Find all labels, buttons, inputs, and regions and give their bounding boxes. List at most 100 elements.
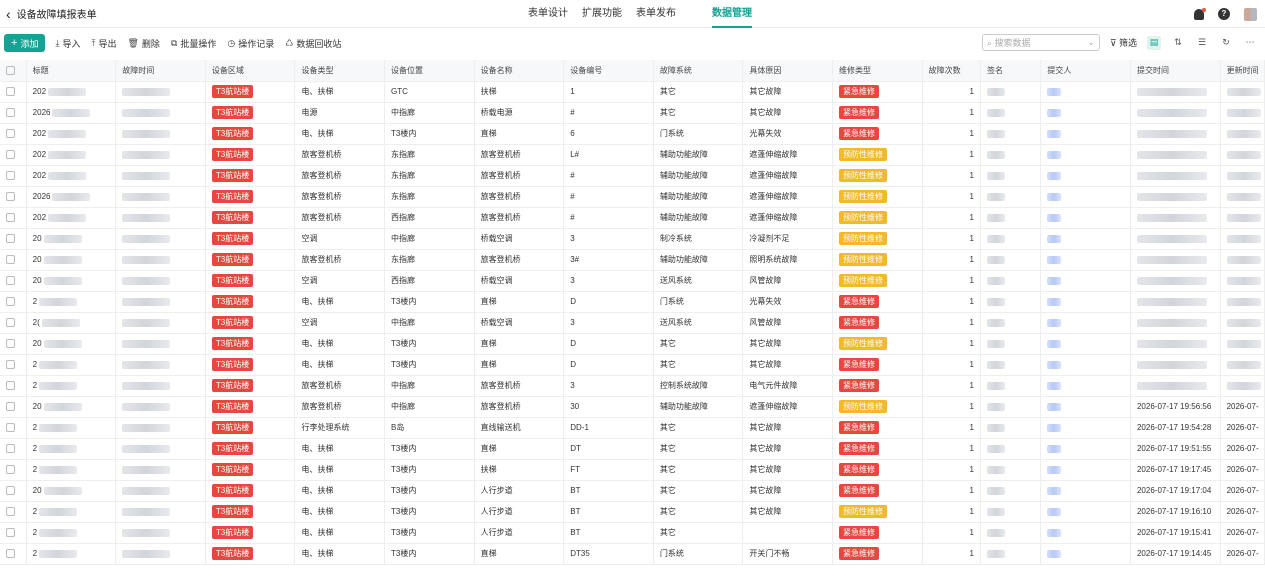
table-row[interactable]: 2026 T3航站楼 旅客登机桥 东指廊 旅客登机桥 # 辅助功能故障 遮蓬伸缩故障 预防性维修… xyxy=(0,186,1265,208)
refresh-icon[interactable]: ↻ xyxy=(1219,36,1233,50)
row-select[interactable] xyxy=(0,165,27,187)
checkbox[interactable] xyxy=(6,129,15,139)
table-row[interactable]: 2 T3航站楼 电、扶梯 T3楼内 扶梯 FT 其它 其它故障 紧急维修 1 2026-07-17 … xyxy=(0,459,1265,481)
row-select[interactable] xyxy=(0,459,27,481)
row-select[interactable] xyxy=(0,81,27,103)
table-row[interactable]: 20 T3航站楼 空调 西指廊 桥载空调 3 送风系统 风管故障 预防性维修 1 xyxy=(0,270,1265,292)
checkbox[interactable] xyxy=(6,381,15,391)
row-height-icon[interactable]: ▤ xyxy=(1147,35,1161,50)
column-header[interactable]: 维修类型 xyxy=(832,60,923,82)
tab-publish[interactable]: 表单发布 xyxy=(636,0,676,28)
row-select[interactable] xyxy=(0,396,27,418)
checkbox[interactable] xyxy=(6,213,15,223)
table-row[interactable]: 2 T3航站楼 电、扶梯 T3楼内 直梯 DT35 门系统 开关门不畅 紧急维修 1 2026-07… xyxy=(0,543,1265,565)
search-input[interactable]: ⌕ 搜索数据 ⌄ xyxy=(981,34,1100,51)
table-row[interactable]: 202 T3航站楼 电、扶梯 T3楼内 直梯 6 门系统 光幕失效 紧急维修 1 xyxy=(0,123,1265,145)
row-select[interactable] xyxy=(0,333,27,355)
table-row[interactable]: 2 T3航站楼 旅客登机桥 中指廊 旅客登机桥 3 控制系统故障 电气元件故障 紧急维修 1 xyxy=(0,375,1265,397)
row-select[interactable] xyxy=(0,354,27,376)
checkbox[interactable] xyxy=(6,108,15,118)
batch-button[interactable]: ⧉ 批量操作 xyxy=(171,37,216,50)
table-row[interactable]: 2 T3航站楼 电、扶梯 T3楼内 直梯 DT 其它 其它故障 紧急维修 1 2026-07-17 … xyxy=(0,438,1265,460)
row-select[interactable] xyxy=(0,501,27,523)
bell-icon[interactable] xyxy=(1194,7,1206,20)
log-button[interactable]: ◷ 操作记录 xyxy=(227,37,274,50)
checkbox[interactable] xyxy=(6,465,15,475)
checkbox[interactable] xyxy=(6,444,15,454)
checkbox[interactable] xyxy=(6,192,15,202)
column-header[interactable]: 设备名称 xyxy=(474,60,565,82)
column-header[interactable]: 设备编号 xyxy=(563,60,654,82)
table-row[interactable]: 2(T3航站楼 空调 中指廊 桥载空调 3 送风系统 风管故障 紧急维修 1 xyxy=(0,312,1265,334)
row-select[interactable] xyxy=(0,417,27,439)
import-button[interactable]: ⤓ 导入 xyxy=(55,37,80,50)
table-row[interactable]: 2 T3航站楼 行李处理系统 B岛 直线输送机 DD-1 其它 其它故障 紧急维修 1 2026-0… xyxy=(0,417,1265,439)
row-select[interactable] xyxy=(0,207,27,229)
row-select[interactable] xyxy=(0,102,27,124)
column-header[interactable]: 更新时间 xyxy=(1220,60,1265,82)
table-row[interactable]: 2 T3航站楼 电、扶梯 T3楼内 直梯 D 门系统 光幕失效 紧急维修 1 xyxy=(0,291,1265,313)
filter-button[interactable]: ⊽ 筛选 xyxy=(1110,36,1137,49)
columns-icon[interactable]: ☰ xyxy=(1195,36,1209,50)
row-select[interactable] xyxy=(0,543,27,565)
table-row[interactable]: 2026 T3航站楼 电源 中指廊 桥载电源 # 其它 其它故障 紧急维修 1 xyxy=(0,102,1265,124)
export-button[interactable]: ⤒ 导出 xyxy=(91,37,116,50)
column-header[interactable]: 设备位置 xyxy=(384,60,475,82)
table-row[interactable]: 20 T3航站楼 旅客登机桥 东指廊 旅客登机桥 3# 辅助功能故障 照明系统故障 预防性维修 1 xyxy=(0,249,1265,271)
row-select[interactable] xyxy=(0,375,27,397)
column-header[interactable]: 故障系统 xyxy=(653,60,744,82)
table-row[interactable]: 202 T3航站楼 旅客登机桥 东指廊 旅客登机桥 L# 辅助功能故障 遮蓬伸缩故障 预防性维修… xyxy=(0,144,1265,166)
checkbox[interactable] xyxy=(6,65,15,75)
row-select[interactable] xyxy=(0,228,27,250)
checkbox[interactable] xyxy=(6,507,15,517)
table-row[interactable]: 20 T3航站楼 空调 中指廊 桥载空调 3 制冷系统 冷凝剂不足 预防性维修 1 xyxy=(0,228,1265,250)
select-all[interactable] xyxy=(0,60,27,82)
tab-form-design[interactable]: 表单设计 xyxy=(528,0,568,28)
tab-extensions[interactable]: 扩展功能 xyxy=(582,0,622,28)
row-select[interactable] xyxy=(0,312,27,334)
column-header[interactable]: 设备区域 xyxy=(205,60,296,82)
column-header[interactable]: 具体原因 xyxy=(742,60,834,82)
table-row[interactable]: 20 T3航站楼 电、扶梯 T3楼内 人行步道 BT 其它 其它故障 紧急维修 1 2026-07-… xyxy=(0,480,1265,502)
row-select[interactable] xyxy=(0,438,27,460)
checkbox[interactable] xyxy=(6,402,15,412)
table-row[interactable]: 2 T3航站楼 电、扶梯 T3楼内 人行步道 BT 其它 紧急维修 1 2026-07-17 19… xyxy=(0,522,1265,544)
column-header[interactable]: 标题 xyxy=(26,60,117,82)
column-header[interactable]: 故障次数 xyxy=(922,60,982,82)
back-button[interactable]: ‹ 设备故障填报表单 xyxy=(0,6,97,22)
table-row[interactable]: 2 T3航站楼 电、扶梯 T3楼内 人行步道 BT 其它 其它故障 预防性维修 1 2026-07-… xyxy=(0,501,1265,523)
row-select[interactable] xyxy=(0,270,27,292)
checkbox[interactable] xyxy=(6,276,15,286)
checkbox[interactable] xyxy=(6,297,15,307)
checkbox[interactable] xyxy=(6,528,15,538)
row-select[interactable] xyxy=(0,480,27,502)
checkbox[interactable] xyxy=(6,318,15,328)
help-icon[interactable]: ? xyxy=(1218,8,1230,20)
delete-button[interactable]: 🗑 删除 xyxy=(127,37,159,50)
checkbox[interactable] xyxy=(6,171,15,181)
checkbox[interactable] xyxy=(6,87,15,97)
sort-icon[interactable]: ⇅ xyxy=(1171,36,1185,50)
column-header[interactable]: 签名 xyxy=(980,60,1042,82)
tab-data-management[interactable]: 数据管理 xyxy=(712,0,752,28)
checkbox[interactable] xyxy=(6,150,15,160)
row-select[interactable] xyxy=(0,144,27,166)
row-select[interactable] xyxy=(0,186,27,208)
checkbox[interactable] xyxy=(6,234,15,244)
avatar[interactable] xyxy=(1244,7,1257,21)
checkbox[interactable] xyxy=(6,486,15,496)
add-button[interactable]: + 添加 xyxy=(4,34,46,52)
row-select[interactable] xyxy=(0,291,27,313)
checkbox[interactable] xyxy=(6,255,15,265)
checkbox[interactable] xyxy=(6,549,15,559)
table-row[interactable]: 20 T3航站楼 电、扶梯 T3楼内 直梯 D 其它 其它故障 预防性维修 1 xyxy=(0,333,1265,355)
column-header[interactable]: 提交人 xyxy=(1040,60,1131,82)
column-header[interactable]: 设备类型 xyxy=(294,60,386,82)
table-row[interactable]: 202 T3航站楼 旅客登机桥 东指廊 旅客登机桥 # 辅助功能故障 遮蓬伸缩故障 预防性维修 1 xyxy=(0,165,1265,187)
table-row[interactable]: 202 T3航站楼 旅客登机桥 西指廊 旅客登机桥 # 辅助功能故障 遮蓬伸缩故障 预防性维修 1 xyxy=(0,207,1265,229)
row-select[interactable] xyxy=(0,249,27,271)
table-row[interactable]: 20 T3航站楼 旅客登机桥 中指廊 旅客登机桥 30 辅助功能故障 遮蓬伸缩故障 预防性维修 1… xyxy=(0,396,1265,418)
table-row[interactable]: 2 T3航站楼 电、扶梯 T3楼内 直梯 D 其它 其它故障 紧急维修 1 xyxy=(0,354,1265,376)
column-header[interactable]: 故障时间 xyxy=(115,60,206,82)
checkbox[interactable] xyxy=(6,423,15,433)
